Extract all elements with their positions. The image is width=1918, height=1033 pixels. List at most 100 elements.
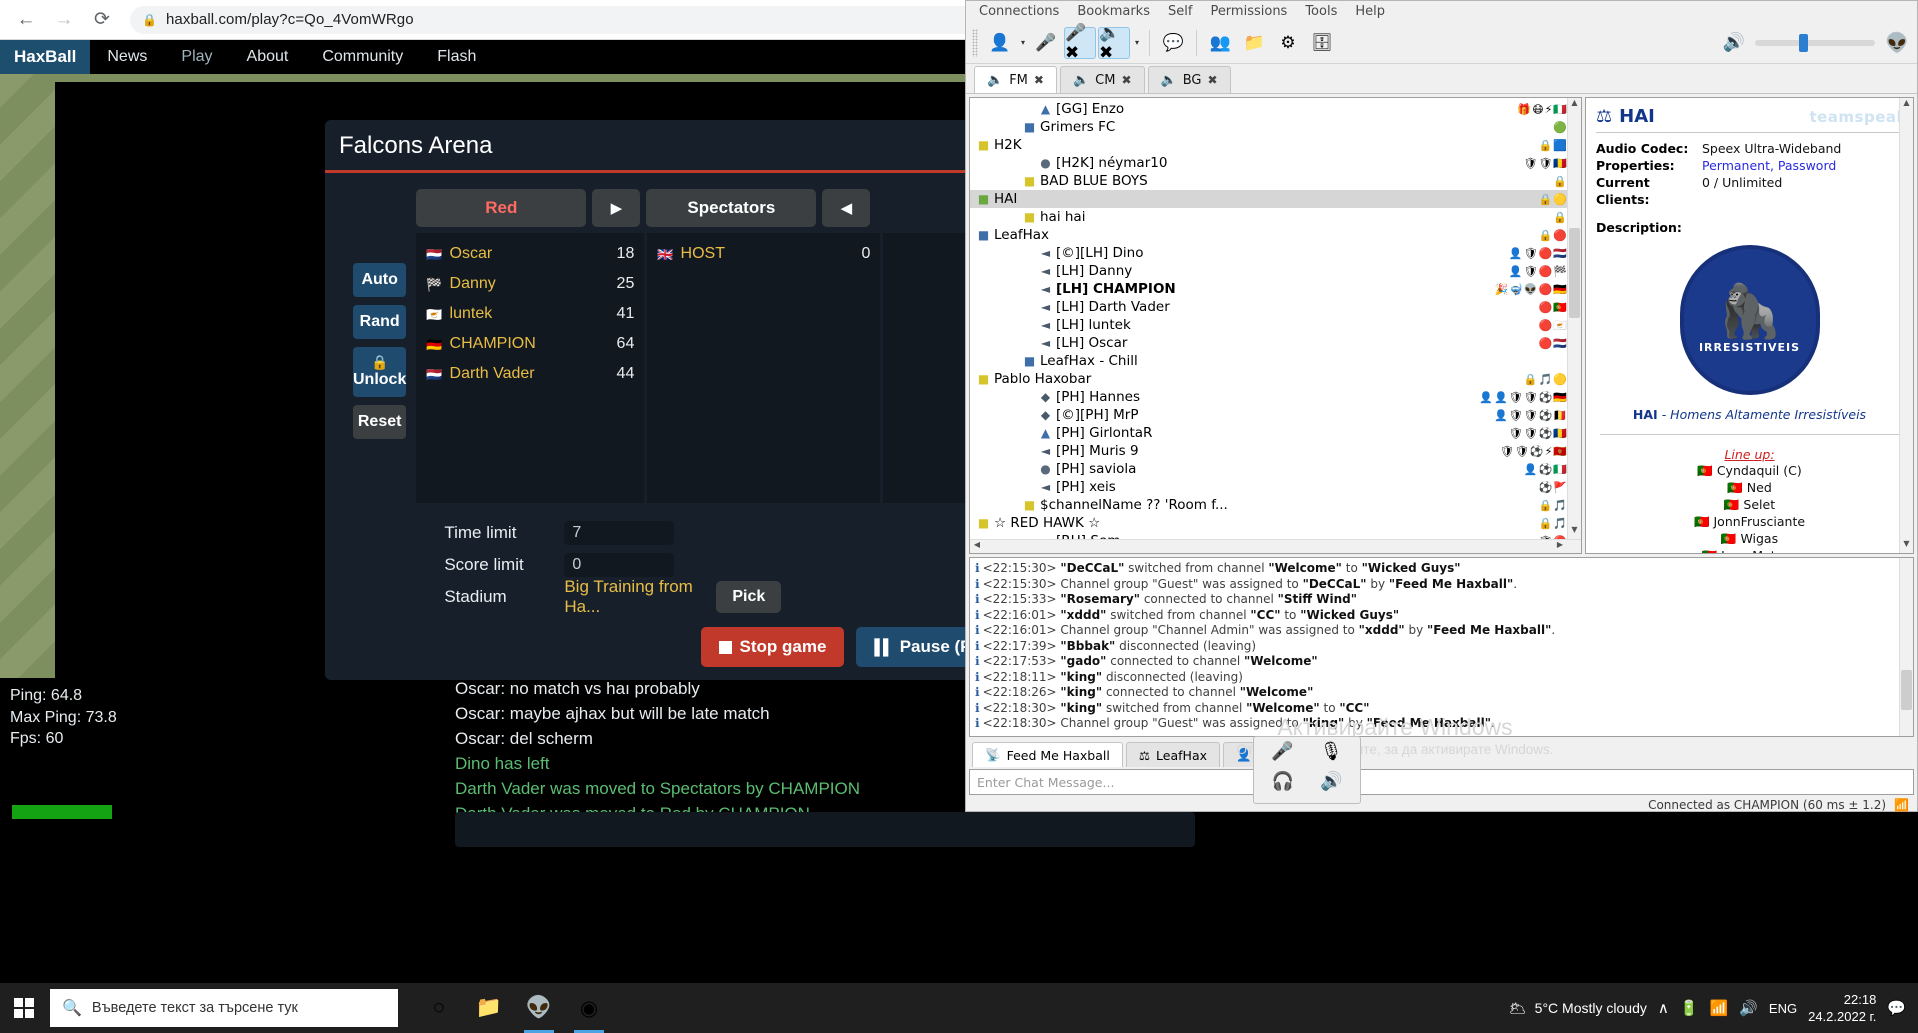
channel-tree-row[interactable]: ⌄■LeafHax🔒🔴	[970, 226, 1581, 244]
channel-tree-row[interactable]: ⌄■H2K🔒🟦	[970, 136, 1581, 154]
scroll-left-icon[interactable]: ◀	[970, 540, 984, 553]
taskbar-clock[interactable]: 22:18 24.2.2022 г.	[1808, 991, 1876, 1025]
close-icon[interactable]: ✖	[1121, 73, 1131, 87]
nav-community[interactable]: Community	[305, 40, 420, 74]
scroll-down-icon[interactable]: ▼	[1568, 525, 1581, 539]
channel-tree-row[interactable]: ⌄■Pablo Haxobar🔒🎵🟡	[970, 370, 1581, 388]
stop-game-button[interactable]: Stop game	[700, 627, 845, 667]
scroll-up-icon[interactable]: ▲	[1900, 98, 1913, 112]
channel-tree-row[interactable]: ◆ [PH] Hannes 👤 👤 🛡 🛡 ⚽ 🇩🇪	[970, 388, 1581, 406]
tab-bg[interactable]: 🔈 BG ✖	[1147, 66, 1231, 93]
cortana-icon[interactable]: ○	[416, 983, 462, 1033]
player-row[interactable]: 🏁 Danny 25	[426, 269, 634, 299]
channel-tree-scrollbar[interactable]: ▲ ▼	[1567, 98, 1581, 553]
pick-stadium-button[interactable]: Pick	[716, 581, 782, 613]
channel-tree-row[interactable]: ◄ [LH] CHAMPION 🎉 🤿 👽 🔴 🇩🇪	[970, 280, 1581, 298]
close-icon[interactable]: ✖	[1207, 73, 1217, 87]
rand-button[interactable]: Rand	[353, 305, 407, 339]
team-red-header[interactable]: Red	[416, 189, 587, 227]
info-panel-scrollbar[interactable]: ▲ ▼	[1899, 98, 1913, 553]
channel-tree-row[interactable]: ● [H2K] néymar10 🛡 🛡 🇷🇴	[970, 154, 1581, 172]
properties-value[interactable]: Permanent, Password	[1702, 157, 1836, 174]
chat-tab-channel[interactable]: ⚖ LeafHax	[1125, 742, 1220, 767]
channel-tree-row[interactable]: ⌄■HAI🔒🟡	[970, 190, 1581, 208]
scroll-down-icon[interactable]: ▼	[1900, 539, 1913, 553]
headset-icon[interactable]: 🎧	[1272, 771, 1294, 792]
score-limit-input[interactable]	[564, 553, 675, 577]
contacts-icon[interactable]: 👥	[1204, 27, 1236, 59]
channel-tree-row[interactable]: ◄ [PH] xeis ⚽ 🚩	[970, 478, 1581, 496]
channel-tree-row[interactable]: ◄ [LH] Danny 👤 🛡 🔴 🏁	[970, 262, 1581, 280]
scroll-right-icon[interactable]: ▶	[1553, 540, 1567, 553]
channel-tree-row[interactable]: ◆ [©][PH] MrP 👤 🛡 🛡 ⚽ 🇧🇪	[970, 406, 1581, 424]
back-arrow-icon[interactable]: ←	[10, 4, 42, 36]
reload-icon[interactable]: ⟳	[86, 4, 118, 36]
player-row[interactable]: 🇬🇧 HOST 0	[657, 239, 870, 269]
channel-tree-row[interactable]: ◄ [©][LH] Dino 👤 🛡 🔴 🇳🇱	[970, 244, 1581, 262]
chat-message-input[interactable]: Enter Chat Message...	[969, 769, 1914, 795]
tab-fm[interactable]: 🔈 FM ✖	[974, 66, 1057, 93]
channel-tree-row[interactable]: ■ hai hai 🔒	[970, 208, 1581, 226]
chevron-up-icon[interactable]: ∧	[1658, 999, 1669, 1017]
channel-tree-row[interactable]: ▲ [GG] Enzo 🎁 😷 ⚡ 🇮🇹	[970, 100, 1581, 118]
close-icon[interactable]: ✖	[1034, 73, 1044, 87]
server-info-icon[interactable]: 🗄	[1306, 27, 1338, 59]
start-button[interactable]	[0, 983, 48, 1033]
file-explorer-icon[interactable]: 📁	[466, 983, 512, 1033]
time-limit-input[interactable]	[564, 521, 675, 545]
menu-permissions[interactable]: Permissions	[1201, 4, 1296, 19]
nav-about[interactable]: About	[230, 40, 306, 74]
team-spectators-header[interactable]: Spectators	[646, 189, 817, 227]
player-row[interactable]: 🇩🇪 CHAMPION 64	[426, 329, 634, 359]
taskbar-search[interactable]: 🔍 Въведете текст за търсене тук	[50, 989, 398, 1027]
player-row[interactable]: 🇨🇾 luntek 41	[426, 299, 634, 329]
player-row[interactable]: 🇳🇱 Oscar 18	[426, 239, 634, 269]
away-caret-down-icon[interactable]: ▾	[1018, 38, 1028, 47]
menu-tools[interactable]: Tools	[1296, 4, 1346, 19]
speaker-muted-icon[interactable]: 🔈✖	[1098, 23, 1131, 63]
weather-widget[interactable]: 🌥 5°C Mostly cloudy	[1509, 1000, 1647, 1017]
menu-connections[interactable]: Connections	[970, 4, 1068, 19]
nav-flash[interactable]: Flash	[420, 40, 493, 74]
file-browser-icon[interactable]: 📁	[1238, 27, 1270, 59]
battery-icon[interactable]: 🔋	[1680, 999, 1699, 1017]
channel-tree[interactable]: ▲[GG] Enzo🎁😷⚡🇮🇹■Grimers FC🟢⌄■H2K🔒🟦●[H2K]…	[969, 97, 1582, 554]
tab-cm[interactable]: 🔈 CM ✖	[1059, 66, 1145, 93]
move-to-spectators-button[interactable]: ◀	[822, 189, 871, 227]
nav-play[interactable]: Play	[164, 40, 229, 74]
microphone-icon[interactable]: 🎙	[1320, 741, 1343, 762]
server-log-scrollbar[interactable]	[1899, 558, 1913, 736]
nav-news[interactable]: News	[90, 40, 164, 74]
settings-gear-icon[interactable]: ⚙	[1272, 27, 1304, 59]
sound-caret-down-icon[interactable]: ▾	[1132, 38, 1142, 47]
channel-tree-row[interactable]: ◄ [LH] Oscar 🔴 🇳🇱	[970, 334, 1581, 352]
wifi-icon[interactable]: 📶	[1710, 999, 1729, 1017]
volume-icon[interactable]: 🔊	[1739, 999, 1758, 1017]
channel-tree-row[interactable]: ▲ [PH] GirlontaR 🛡 🛡 ⚽ 🇷🇴	[970, 424, 1581, 442]
channel-tree-row[interactable]: ■ LeafHax - Chill	[970, 352, 1581, 370]
game-chat-input[interactable]	[455, 812, 1195, 847]
menu-bookmarks[interactable]: Bookmarks	[1068, 4, 1159, 19]
microphone-enabled-icon[interactable]: 🎤	[1030, 27, 1062, 59]
scrollbar-thumb[interactable]	[1901, 670, 1912, 710]
auto-button[interactable]: Auto	[353, 263, 407, 297]
menu-self[interactable]: Self	[1159, 4, 1201, 19]
menu-help[interactable]: Help	[1346, 4, 1394, 19]
reset-button[interactable]: Reset	[353, 405, 407, 439]
channel-tree-row[interactable]: ◄ [PH] Muris 9 🛡 🛡 ⚽ ⚡ 🇲🇪	[970, 442, 1581, 460]
channel-tree-row[interactable]: ■ Grimers FC 🟢	[970, 118, 1581, 136]
microphone-muted-icon[interactable]: 🎤	[1271, 741, 1293, 762]
speech-bubble-icon[interactable]: 💬	[1887, 999, 1906, 1017]
chrome-icon[interactable]: ◉	[566, 983, 612, 1033]
chat-icon[interactable]: 💬	[1157, 27, 1189, 59]
language-indicator[interactable]: ENG	[1769, 1001, 1797, 1016]
avatar[interactable]: 👽	[1885, 31, 1909, 54]
forward-arrow-icon[interactable]: →	[48, 4, 80, 36]
haxball-logo[interactable]: HaxBall	[0, 40, 91, 74]
player-row[interactable]: 🇳🇱 Darth Vader 44	[426, 359, 634, 389]
channel-tree-row[interactable]: ◄ [LH] luntek 🔴 🇨🇾	[970, 316, 1581, 334]
volume-icon[interactable]: 🔊	[1723, 32, 1745, 53]
scroll-up-icon[interactable]: ▲	[1568, 98, 1581, 112]
away-icon[interactable]: 👤	[984, 27, 1016, 59]
scrollbar-thumb[interactable]	[1569, 228, 1580, 318]
